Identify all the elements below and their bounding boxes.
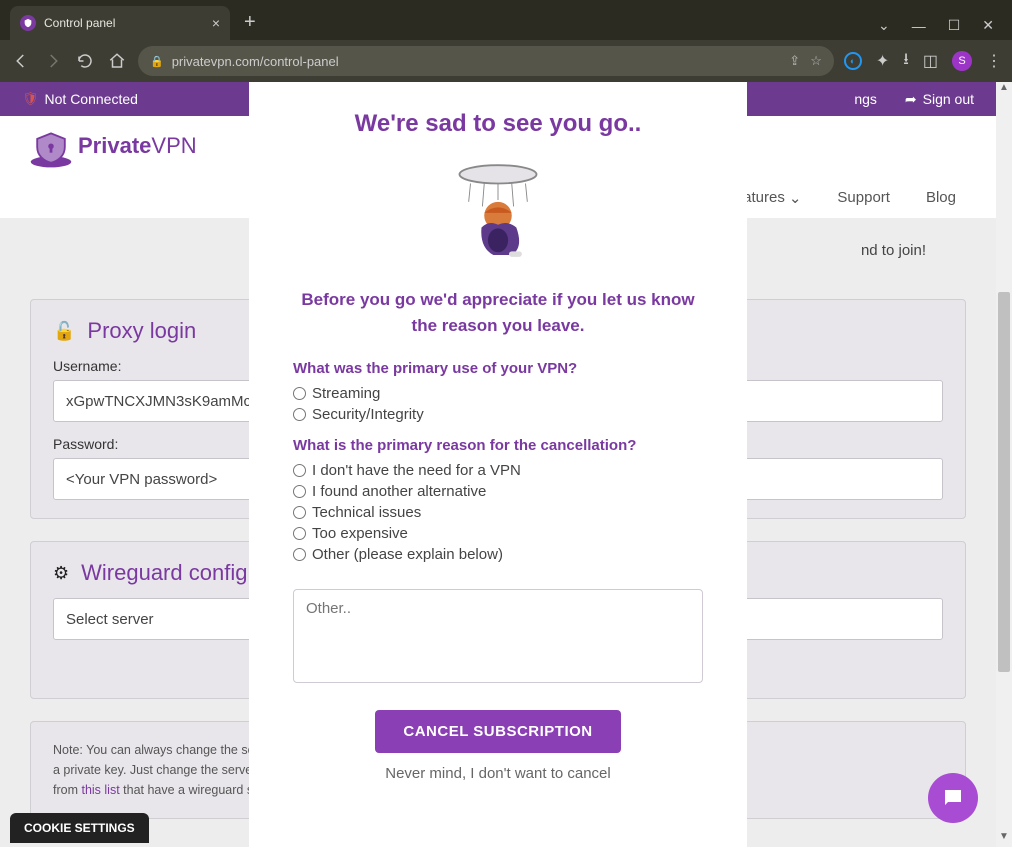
- question-cancel-reason: What is the primary reason for the cance…: [293, 437, 703, 454]
- connection-status: Not Connected: [45, 91, 138, 107]
- home-icon[interactable]: [106, 52, 128, 70]
- opt-expensive[interactable]: Too expensive: [293, 525, 703, 542]
- tab-title: Control panel: [44, 16, 115, 30]
- url-text: privatevpn.com/control-panel: [172, 54, 339, 69]
- chevron-down-icon: ⌄: [789, 189, 802, 207]
- proxy-heading: Proxy login: [87, 318, 196, 344]
- maximize-icon[interactable]: ☐: [948, 17, 961, 34]
- lock-icon: 🔒: [150, 55, 164, 68]
- vertical-scrollbar[interactable]: ▲ ▼: [996, 82, 1012, 847]
- sad-illustration: [293, 156, 703, 271]
- forward-icon[interactable]: [42, 52, 64, 70]
- share-icon[interactable]: ⇪: [789, 53, 800, 69]
- signout-icon: ➦: [905, 91, 917, 108]
- opt-security[interactable]: Security/Integrity: [293, 406, 703, 423]
- viewport: 🛡 Not Connected ngs ➦ Sign out: [0, 82, 1012, 847]
- logo[interactable]: PrivateVPN: [28, 129, 197, 163]
- profile-avatar[interactable]: S: [952, 51, 972, 71]
- browser-toolbar: 🔒 privatevpn.com/control-panel ⇪ ☆ ◐ ✦ ⭳…: [0, 40, 1012, 82]
- scroll-down-icon[interactable]: ▼: [996, 831, 1012, 847]
- minimize-icon[interactable]: —: [912, 18, 926, 34]
- scroll-up-icon[interactable]: ▲: [996, 82, 1012, 98]
- cancel-subscription-modal: We're sad to see you go.. Before you go …: [249, 82, 747, 847]
- nav-settings[interactable]: ngs: [854, 91, 877, 107]
- opt-no-need[interactable]: I don't have the need for a VPN: [293, 462, 703, 479]
- other-textarea[interactable]: [293, 589, 703, 683]
- browser-tab[interactable]: Control panel ×: [10, 6, 230, 40]
- modal-subhead: Before you go we'd appreciate if you let…: [299, 287, 697, 338]
- nav-blog[interactable]: Blog: [926, 189, 956, 206]
- star-icon[interactable]: ☆: [810, 53, 822, 69]
- unlock-icon: 🔓: [53, 321, 75, 342]
- tab-favicon: [20, 15, 36, 31]
- reload-icon[interactable]: [74, 52, 96, 70]
- opt-other[interactable]: Other (please explain below): [293, 546, 703, 563]
- window-controls: ⌄ — ☐ ✕: [878, 17, 1012, 40]
- tab-close-icon[interactable]: ×: [212, 15, 220, 31]
- sidepanel-icon[interactable]: ◫: [923, 51, 938, 71]
- menu-icon[interactable]: ⋮: [986, 51, 1002, 71]
- opt-technical[interactable]: Technical issues: [293, 504, 703, 521]
- status-shield-icon: 🛡: [22, 91, 39, 107]
- close-window-icon[interactable]: ✕: [982, 17, 994, 34]
- opt-streaming[interactable]: Streaming: [293, 385, 703, 402]
- browser-titlebar: Control panel × + ⌄ — ☐ ✕: [0, 0, 1012, 40]
- url-bar[interactable]: 🔒 privatevpn.com/control-panel ⇪ ☆: [138, 46, 834, 76]
- back-icon[interactable]: [10, 52, 32, 70]
- chat-fab[interactable]: [928, 773, 978, 823]
- opt-alternative[interactable]: I found another alternative: [293, 483, 703, 500]
- extension-adblock-icon[interactable]: ◐: [844, 52, 862, 70]
- cookie-settings-button[interactable]: COOKIE SETTINGS: [10, 813, 149, 843]
- new-tab-button[interactable]: +: [244, 11, 256, 34]
- wireguard-heading: Wireguard config: [81, 560, 247, 586]
- gear-icon: ⚙: [53, 563, 69, 584]
- signout-link[interactable]: ➦ Sign out: [905, 91, 974, 108]
- modal-title: We're sad to see you go..: [293, 110, 703, 138]
- question-primary-use: What was the primary use of your VPN?: [293, 360, 703, 377]
- download-icon[interactable]: ⭳: [903, 48, 909, 75]
- chevron-down-icon[interactable]: ⌄: [878, 17, 890, 34]
- extensions-icon[interactable]: ✦: [876, 51, 889, 71]
- nav-support[interactable]: Support: [837, 189, 890, 206]
- scroll-thumb[interactable]: [998, 292, 1010, 672]
- nevermind-link[interactable]: Never mind, I don't want to cancel: [293, 765, 703, 782]
- server-list-link[interactable]: this list: [81, 783, 119, 797]
- logo-shield-icon: [28, 129, 68, 163]
- cancel-subscription-button[interactable]: CANCEL SUBSCRIPTION: [375, 710, 620, 753]
